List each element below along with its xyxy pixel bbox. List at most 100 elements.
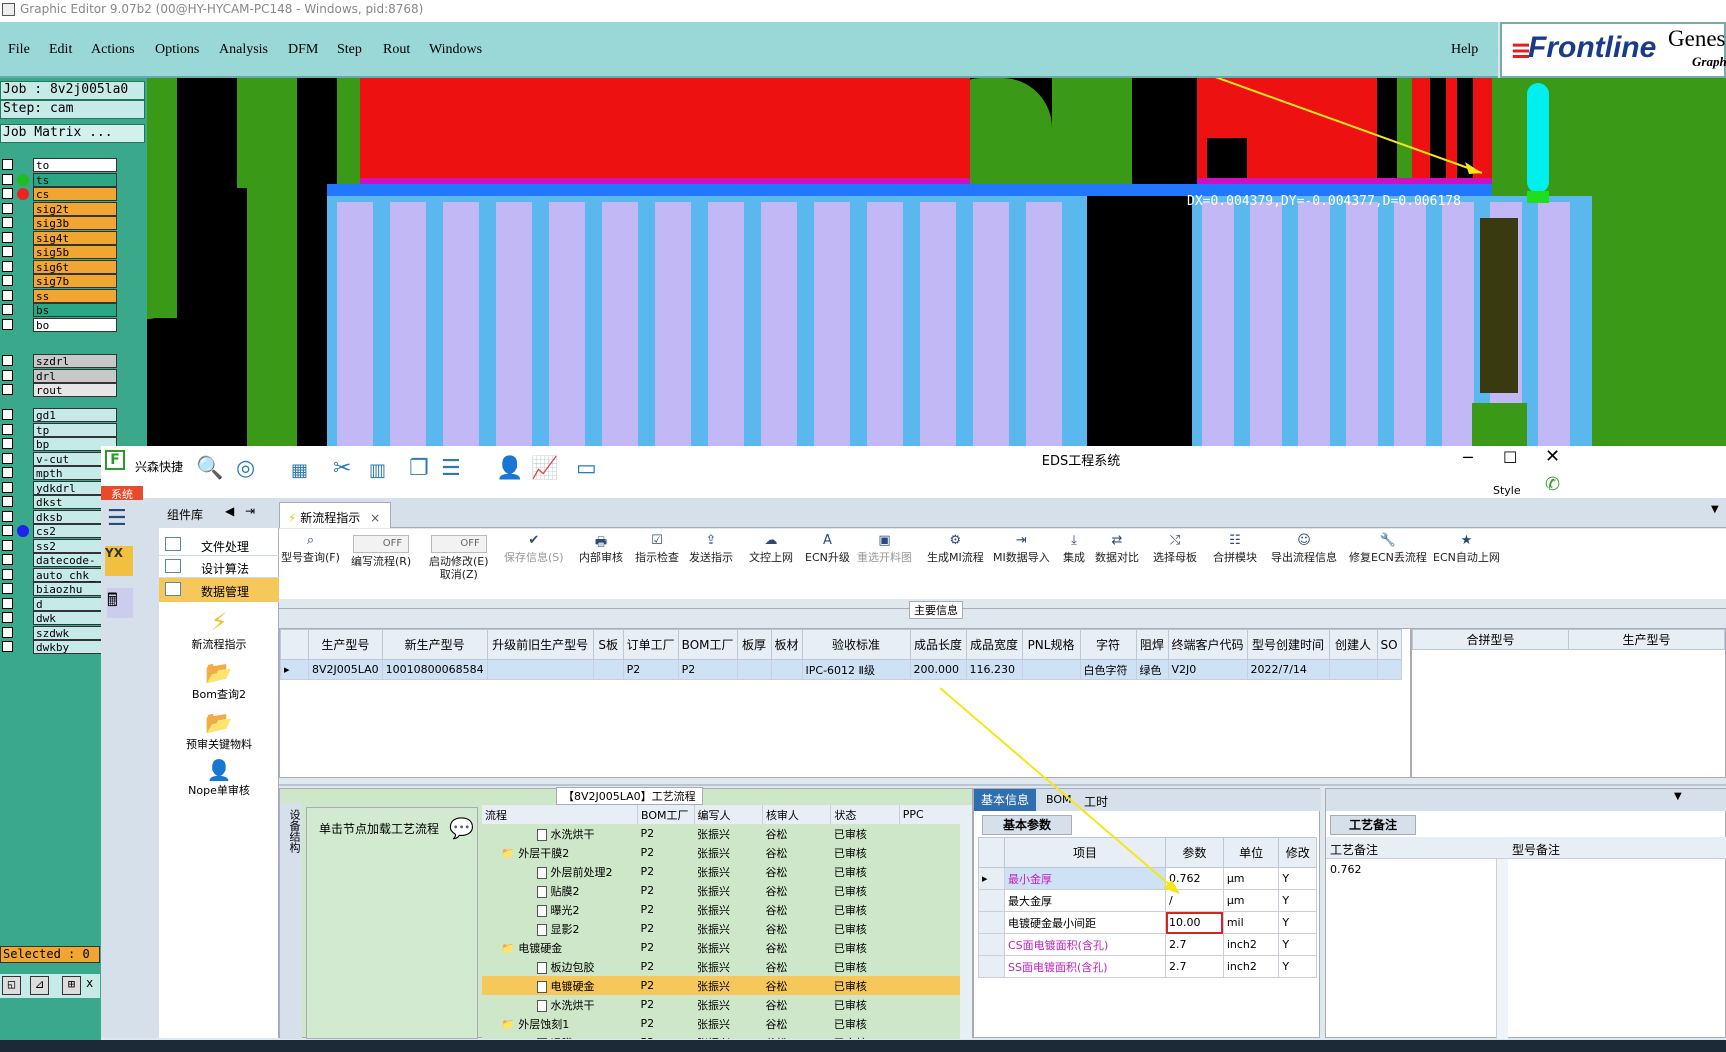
- flow-scrollbar[interactable]: [960, 805, 972, 1039]
- layer-name[interactable]: ts: [33, 172, 117, 187]
- toolbar-button-15[interactable]: ☷ 合拼模块: [1213, 533, 1257, 564]
- job-matrix-button[interactable]: Job Matrix ...: [0, 124, 145, 143]
- window-icon[interactable]: ▭: [576, 456, 597, 481]
- main-cell-7[interactable]: [770, 659, 803, 680]
- toolbar-button-2[interactable]: OFF 启动修改(E) 取消(Z): [429, 533, 489, 581]
- film-icon[interactable]: ▥: [369, 460, 386, 481]
- flow-row[interactable]: 电镀硬金 P2 张振兴 谷松 已审核: [482, 976, 962, 995]
- layer-name[interactable]: to: [33, 158, 117, 172]
- main-col-0[interactable]: 生产型号: [308, 629, 383, 660]
- main-cell-11[interactable]: [1021, 659, 1081, 680]
- tab-basic-info[interactable]: 基本信息: [974, 789, 1036, 811]
- layer-name[interactable]: bo: [33, 317, 117, 332]
- comp-item-algo[interactable]: 设计算法: [159, 556, 279, 578]
- toolbar-button-18[interactable]: ★ ECN自动上网: [1433, 533, 1500, 564]
- comp-prereview[interactable]: 📂 预审关键物料: [159, 711, 279, 761]
- layer-row[interactable]: sig3b: [0, 216, 118, 230]
- layer-checkbox[interactable]: [2, 554, 13, 565]
- flow-row[interactable]: 板边包胶 P2 张振兴 谷松 已审核: [482, 957, 962, 976]
- toolbar-button-11[interactable]: ⇥ MI数据导入: [993, 533, 1050, 564]
- chevron-down-icon[interactable]: ▼: [1711, 504, 1719, 515]
- layer-checkbox[interactable]: [2, 525, 13, 536]
- layer-checkbox[interactable]: [2, 481, 13, 493]
- flow-side-tab[interactable]: 设备结构: [280, 803, 302, 1039]
- layer-checkbox[interactable]: [2, 318, 13, 330]
- toolbar-button-1[interactable]: OFF 编写流程(R): [351, 533, 411, 568]
- toolbar-button-7[interactable]: ☁ 文控上网: [749, 533, 793, 564]
- tab-bom[interactable]: BOM: [1046, 793, 1072, 806]
- param-col-2[interactable]: 单位: [1222, 837, 1280, 868]
- layer-checkbox[interactable]: [2, 568, 13, 580]
- layer-name[interactable]: cs: [33, 187, 117, 201]
- minimize-button[interactable]: ─: [1463, 448, 1473, 467]
- comp-nope-review[interactable]: 👤 Nope单审核: [159, 758, 279, 808]
- main-col-5[interactable]: BOM工厂: [677, 629, 738, 660]
- main-col-1[interactable]: 新生产型号: [381, 629, 488, 660]
- layer-checkbox[interactable]: [2, 510, 13, 522]
- toolbar-button-5[interactable]: ☑ 指示检查: [635, 533, 679, 564]
- layer-row[interactable]: sig4t: [0, 230, 118, 245]
- toolbar-button-17[interactable]: 🔧 修复ECN丢流程: [1349, 533, 1427, 564]
- menu-actions[interactable]: Actions: [91, 42, 135, 58]
- layer-row[interactable]: ts: [0, 172, 118, 187]
- toolbar-button-12[interactable]: ⤓ 集成: [1063, 533, 1085, 564]
- toolbar-button-3[interactable]: ✔ 保存信息(S): [504, 533, 564, 564]
- param-value[interactable]: /: [1165, 889, 1224, 912]
- layer-checkbox[interactable]: [2, 597, 13, 609]
- layer-checkbox[interactable]: [2, 355, 13, 366]
- layer-row[interactable]: to: [0, 158, 118, 172]
- layer-name[interactable]: drl: [33, 368, 117, 383]
- flow-row[interactable]: 显影2 P2 张振兴 谷松 已审核: [482, 919, 962, 938]
- measure-icon[interactable]: ⊿: [30, 976, 49, 995]
- menu-step[interactable]: Step: [337, 42, 362, 58]
- layer-checkbox[interactable]: [2, 452, 13, 464]
- copy-icon[interactable]: ❐: [409, 456, 429, 481]
- toolbar-button-6[interactable]: ⇪ 发送指示: [689, 533, 733, 564]
- layer-checkbox[interactable]: [2, 384, 13, 395]
- main-cell-8[interactable]: IPC-6012 Ⅱ级: [801, 659, 911, 680]
- menu-file[interactable]: File: [8, 42, 30, 58]
- layer-row[interactable]: gd1: [0, 408, 118, 422]
- scissors-icon[interactable]: ✂: [333, 456, 351, 481]
- layer-checkbox[interactable]: [2, 612, 13, 623]
- layer-checkbox[interactable]: [2, 159, 13, 170]
- pin-icon[interactable]: ⇥: [245, 504, 255, 518]
- toolbar-button-4[interactable]: 🖶 内部审核: [579, 533, 623, 564]
- process-note-tab[interactable]: 工艺备注: [1330, 815, 1416, 835]
- main-col-11[interactable]: PNL规格: [1021, 629, 1081, 660]
- layer-name[interactable]: szdrl: [33, 354, 117, 368]
- arrow-left-icon[interactable]: ◀: [225, 504, 234, 518]
- main-col-17[interactable]: SO: [1376, 629, 1402, 660]
- list-icon[interactable]: ☰: [441, 456, 461, 481]
- flow-col-3[interactable]: 核审人: [762, 805, 832, 824]
- param-row[interactable]: ▸ 最小金厚 0.762 μm Y: [978, 867, 1317, 890]
- note-col-process[interactable]: 工艺备注: [1330, 841, 1378, 858]
- calculator-icon[interactable]: 🖩: [107, 588, 133, 618]
- basic-params-tab[interactable]: 基本参数: [982, 815, 1072, 835]
- flow-row[interactable]: 退膜1 P2张振兴谷松已审核: [482, 1033, 962, 1039]
- layer-checkbox[interactable]: [2, 289, 13, 301]
- toolbar-button-0[interactable]: ⌕ 型号查询(F): [281, 533, 340, 564]
- chart-icon[interactable]: 📈: [531, 456, 558, 481]
- style-dropdown[interactable]: Style: [1493, 484, 1521, 497]
- splitter[interactable]: [279, 784, 1726, 786]
- main-col-16[interactable]: 创建人: [1328, 629, 1378, 660]
- layer-checkbox[interactable]: [2, 217, 13, 228]
- menu-edit[interactable]: Edit: [49, 42, 72, 58]
- layer-name[interactable]: bs: [33, 303, 117, 317]
- layer-checkbox[interactable]: [2, 467, 13, 478]
- flow-row[interactable]: 外层前处理2 P2 张振兴 谷松 已审核: [482, 862, 962, 881]
- layer-checkbox[interactable]: [2, 626, 13, 638]
- param-value[interactable]: 10.00: [1165, 911, 1224, 934]
- menu-options[interactable]: Options: [155, 42, 199, 58]
- layer-row[interactable]: bs: [0, 303, 118, 317]
- phone-icon[interactable]: ✆: [1545, 474, 1560, 495]
- layer-row[interactable]: cs: [0, 187, 118, 201]
- doc-tab[interactable]: ⚡ 新流程指示 ×: [279, 502, 391, 528]
- toolbar-button-13[interactable]: ⇄ 数据对比: [1095, 533, 1139, 564]
- layer-checkbox[interactable]: [2, 539, 13, 551]
- main-col-10[interactable]: 成品宽度: [965, 629, 1023, 660]
- layer-checkbox[interactable]: [2, 275, 13, 286]
- layer-name[interactable]: sig3b: [33, 216, 117, 230]
- merge-col-0[interactable]: 合拼型号: [1412, 629, 1569, 650]
